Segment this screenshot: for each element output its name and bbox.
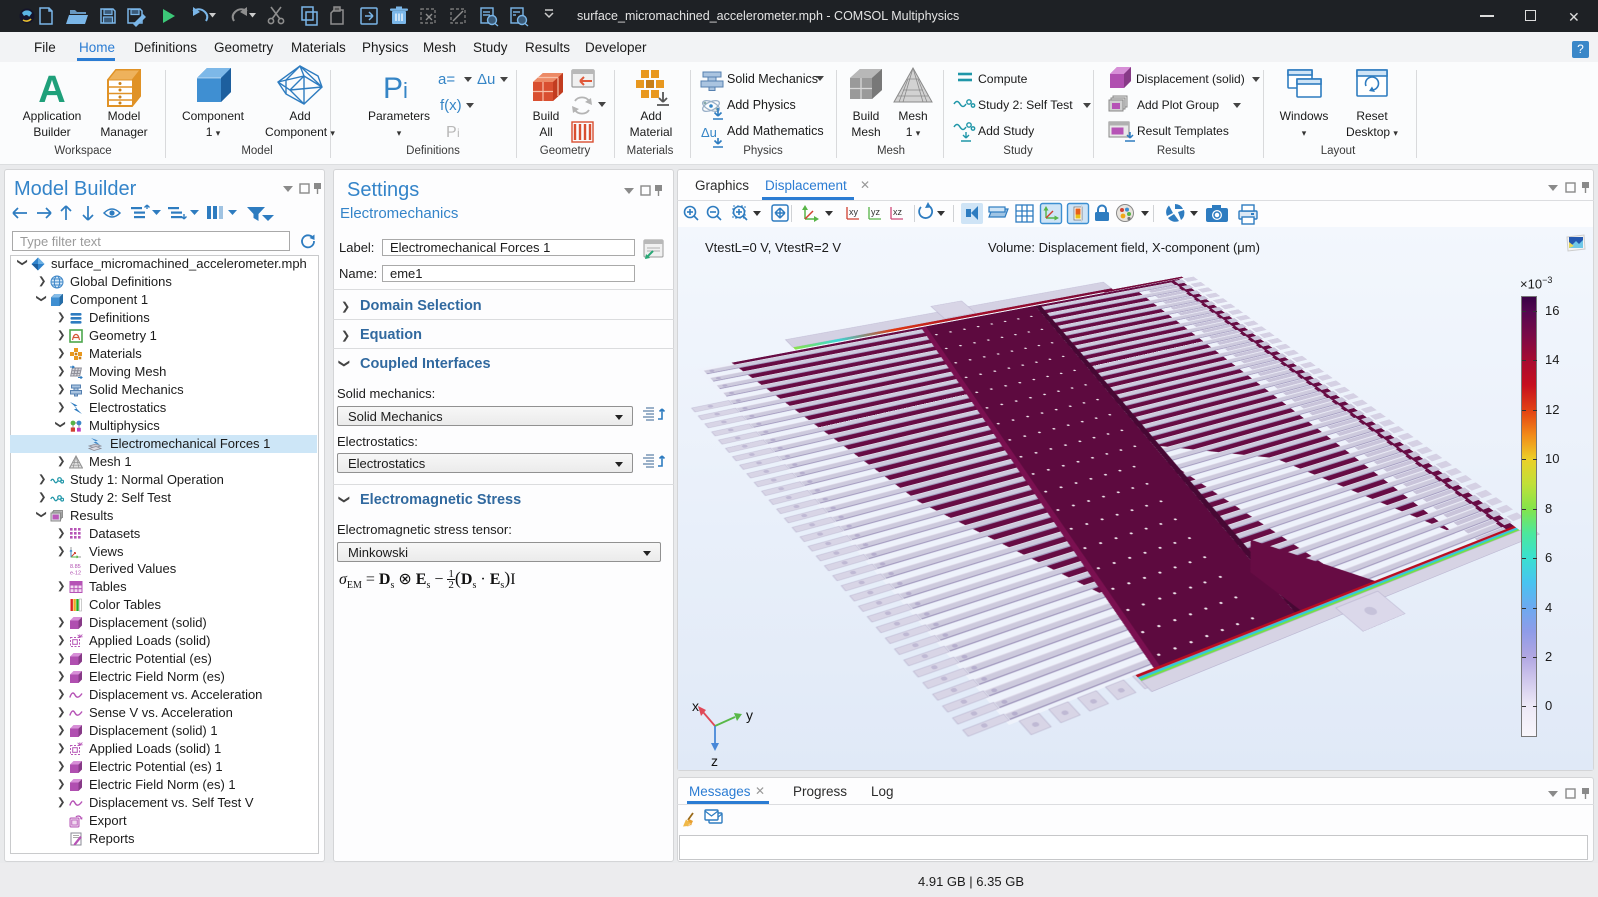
- svg-text:Compute: Compute: [978, 72, 1028, 86]
- svg-text:Displacement (solid): Displacement (solid): [1136, 72, 1245, 86]
- svg-text:Add Mathematics: Add Mathematics: [727, 124, 824, 138]
- svg-text:Add Plot Group: Add Plot Group: [1137, 98, 1219, 112]
- svg-text:Δu: Δu: [701, 125, 717, 140]
- svg-text:Solid Mechanics: Solid Mechanics: [727, 72, 818, 86]
- svg-text:i: i: [403, 78, 408, 103]
- svg-text:a=: a=: [438, 71, 455, 88]
- svg-text:yz: yz: [871, 207, 881, 217]
- svg-text:Study 2: Self Test: Study 2: Self Test: [978, 98, 1073, 112]
- svg-text:Add Study: Add Study: [978, 124, 1035, 138]
- svg-text:f(x): f(x): [440, 97, 462, 114]
- svg-text:Add Physics: Add Physics: [727, 98, 796, 112]
- svg-text:z: z: [711, 753, 718, 769]
- svg-text:xz: xz: [893, 207, 903, 217]
- svg-text:P: P: [383, 72, 403, 105]
- svg-text:Result Templates: Result Templates: [1137, 124, 1229, 138]
- svg-text:P: P: [446, 124, 457, 141]
- svg-text:x: x: [692, 698, 699, 714]
- svg-text:xy: xy: [849, 207, 859, 217]
- svg-text:A: A: [38, 69, 65, 111]
- svg-text:i: i: [457, 126, 460, 140]
- svg-text:Δu: Δu: [477, 71, 495, 88]
- svg-text:y: y: [746, 707, 753, 723]
